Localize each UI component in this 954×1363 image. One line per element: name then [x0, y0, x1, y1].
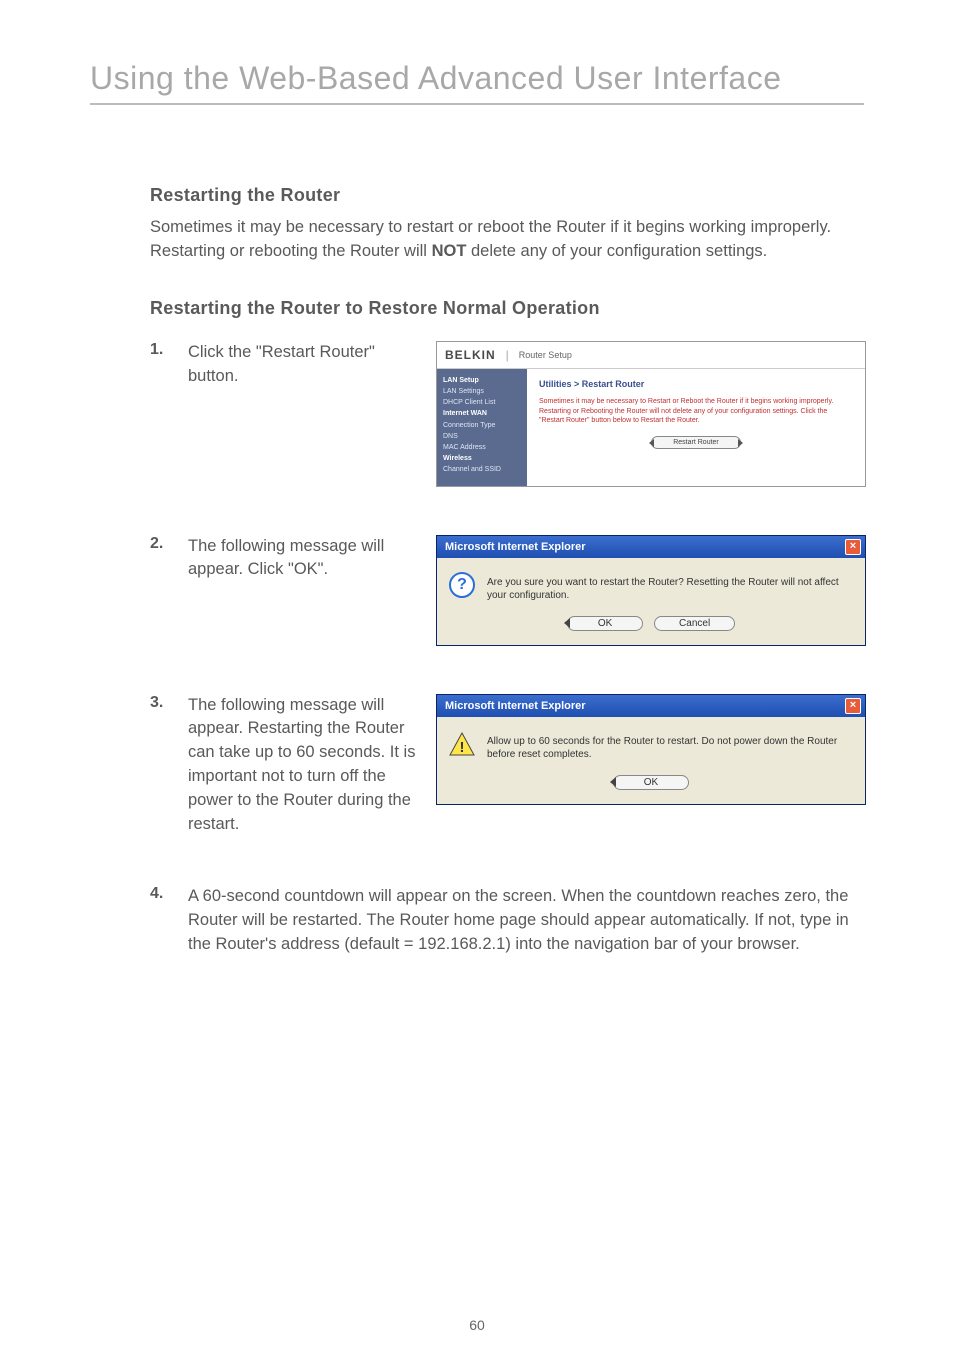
page-number: 60	[0, 1317, 954, 1333]
title-rule	[90, 103, 864, 105]
router-panel-body: Sometimes it may be necessary to Restart…	[539, 397, 853, 426]
dialog1-ok-button[interactable]: OK	[567, 616, 643, 631]
step-1: 1. Click the "Restart Router" button. BE…	[150, 341, 864, 487]
step-2: 2. The following message will appear. Cl…	[150, 535, 864, 646]
page-title: Using the Web-Based Advanced User Interf…	[90, 60, 864, 97]
dialog1-text: Are you sure you want to restart the Rou…	[487, 572, 853, 602]
confirm-dialog-2: Microsoft Internet Explorer × ! Allow up…	[436, 694, 866, 805]
step-2-num: 2.	[150, 535, 170, 553]
step-1-text: Click the "Restart Router" button.	[188, 341, 418, 389]
nav-mac-address[interactable]: MAC Address	[443, 442, 521, 453]
dialog2-ok-button[interactable]: OK	[613, 775, 689, 790]
step-3: 3. The following message will appear. Re…	[150, 694, 864, 838]
logo-separator: |	[506, 348, 509, 362]
confirm-dialog-1: Microsoft Internet Explorer × ? Are you …	[436, 535, 866, 646]
dialog1-cancel-button[interactable]: Cancel	[654, 616, 735, 631]
section1-body-post: delete any of your configuration setting…	[466, 242, 767, 260]
warning-icon: !	[449, 731, 475, 757]
restart-router-button[interactable]: Restart Router	[651, 436, 741, 449]
nav-wireless: Wireless	[443, 453, 521, 464]
section1-heading: Restarting the Router	[150, 185, 864, 206]
router-panel-title: Utilities > Restart Router	[539, 379, 853, 389]
router-nav: LAN Setup LAN Settings DHCP Client List …	[437, 369, 527, 486]
nav-internet-wan: Internet WAN	[443, 408, 521, 419]
dialog1-title: Microsoft Internet Explorer	[445, 541, 586, 553]
dialog2-close-button[interactable]: ×	[845, 698, 861, 714]
nav-connection-type[interactable]: Connection Type	[443, 420, 521, 431]
section1-body: Sometimes it may be necessary to restart…	[150, 216, 864, 264]
step-3-text: The following message will appear. Resta…	[188, 694, 418, 838]
dialog2-title: Microsoft Internet Explorer	[445, 700, 586, 712]
section1-body-bold: NOT	[432, 242, 467, 260]
step-3-num: 3.	[150, 694, 170, 712]
step-1-num: 1.	[150, 341, 170, 359]
nav-lan-setup: LAN Setup	[443, 375, 521, 386]
dialog2-text: Allow up to 60 seconds for the Router to…	[487, 731, 853, 761]
step-4-text: A 60-second countdown will appear on the…	[188, 885, 864, 957]
nav-dns[interactable]: DNS	[443, 431, 521, 442]
nav-channel-ssid[interactable]: Channel and SSID	[443, 464, 521, 475]
question-icon: ?	[449, 572, 475, 598]
step-2-text: The following message will appear. Click…	[188, 535, 418, 583]
section2-heading: Restarting the Router to Restore Normal …	[150, 298, 864, 319]
nav-dhcp-list[interactable]: DHCP Client List	[443, 397, 521, 408]
router-logo: BELKIN	[445, 348, 496, 362]
router-screenshot: BELKIN | Router Setup LAN Setup LAN Sett…	[436, 341, 866, 487]
step-4-num: 4.	[150, 885, 170, 903]
svg-text:!: !	[460, 739, 465, 756]
router-subtitle: Router Setup	[519, 350, 572, 360]
step-4: 4. A 60-second countdown will appear on …	[150, 885, 864, 957]
dialog1-close-button[interactable]: ×	[845, 539, 861, 555]
nav-lan-settings[interactable]: LAN Settings	[443, 386, 521, 397]
